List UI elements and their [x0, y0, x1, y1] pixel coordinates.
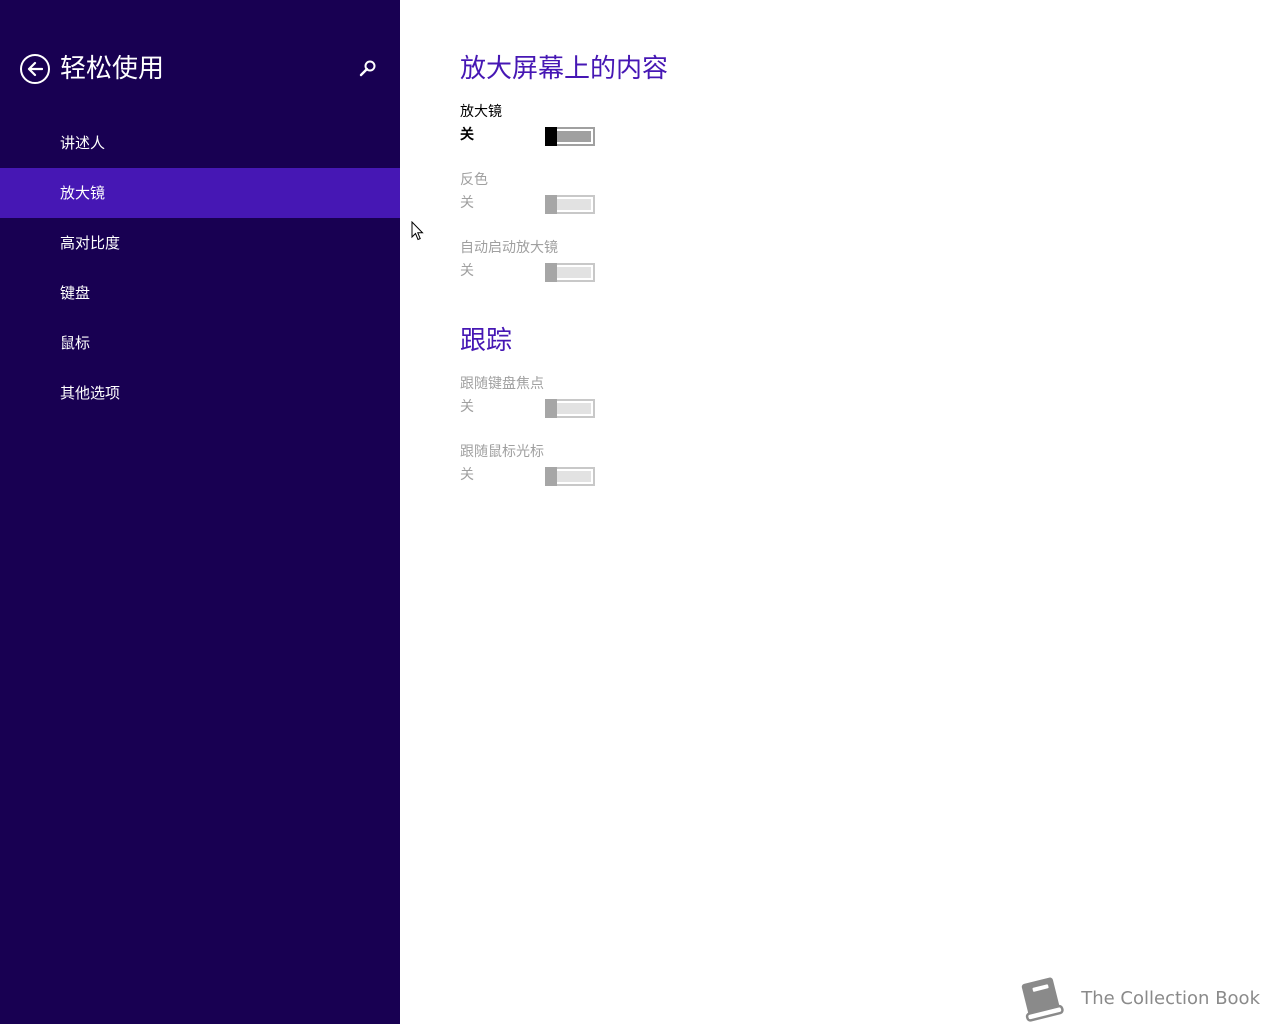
search-icon — [359, 60, 376, 77]
setting-label: 反色 — [460, 172, 488, 188]
follow-keyboard-toggle[interactable] — [545, 399, 595, 418]
sidebar-item-magnifier[interactable]: 放大镜 — [0, 168, 400, 218]
toggle-thumb — [545, 263, 557, 282]
setting-auto-start: 自动启动放大镜 关 — [460, 238, 760, 288]
zoom-section-title: 放大屏幕上的内容 — [460, 54, 669, 84]
setting-state: 关 — [460, 127, 474, 143]
tracking-section-title: 跟踪 — [460, 326, 513, 356]
setting-state: 关 — [460, 467, 474, 483]
sidebar-item-label: 高对比度 — [60, 234, 121, 252]
sidebar-item-narrator[interactable]: 讲述人 — [0, 118, 400, 168]
sidebar-item-label: 讲述人 — [60, 134, 106, 152]
toggle-thumb — [545, 467, 557, 486]
sidebar-item-label: 其他选项 — [60, 384, 121, 402]
setting-label: 跟随键盘焦点 — [460, 376, 544, 392]
watermark-text: The Collection Book — [1081, 987, 1260, 1009]
back-button[interactable] — [20, 54, 50, 84]
sidebar-header: 轻松使用 — [20, 52, 380, 88]
setting-magnifier: 放大镜 关 — [460, 102, 760, 152]
main-content: 放大屏幕上的内容 放大镜 关 反色 关 自动启动放大镜 关 跟踪 跟随键盘焦点 … — [460, 0, 1240, 1024]
setting-label: 自动启动放大镜 — [460, 240, 558, 256]
setting-state: 关 — [460, 399, 474, 415]
magnifier-toggle[interactable] — [545, 127, 595, 146]
toggle-thumb — [545, 127, 557, 146]
sidebar-nav: 讲述人 放大镜 高对比度 键盘 鼠标 其他选项 — [0, 118, 400, 418]
setting-label: 跟随鼠标光标 — [460, 444, 544, 460]
mouse-cursor-icon — [411, 221, 424, 241]
sidebar: 轻松使用 讲述人 放大镜 高对比度 键盘 鼠标 其他选项 — [0, 0, 400, 1024]
sidebar-item-other-options[interactable]: 其他选项 — [0, 368, 400, 418]
setting-label: 放大镜 — [460, 104, 502, 120]
watermark: The Collection Book — [1015, 974, 1260, 1022]
auto-start-toggle[interactable] — [545, 263, 595, 282]
setting-state: 关 — [460, 263, 474, 279]
setting-follow-keyboard: 跟随键盘焦点 关 — [460, 374, 760, 424]
back-arrow-icon — [27, 61, 43, 77]
book-icon — [1022, 977, 1064, 1022]
sidebar-item-high-contrast[interactable]: 高对比度 — [0, 218, 400, 268]
sidebar-item-keyboard[interactable]: 键盘 — [0, 268, 400, 318]
setting-state: 关 — [460, 195, 474, 211]
sidebar-item-label: 鼠标 — [60, 334, 91, 352]
invert-colors-toggle[interactable] — [545, 195, 595, 214]
page-title: 轻松使用 — [60, 54, 165, 84]
follow-mouse-toggle[interactable] — [545, 467, 595, 486]
toggle-thumb — [545, 399, 557, 418]
toggle-thumb — [545, 195, 557, 214]
search-button[interactable] — [358, 58, 380, 80]
setting-follow-mouse: 跟随鼠标光标 关 — [460, 442, 760, 492]
setting-invert-colors: 反色 关 — [460, 170, 760, 220]
sidebar-item-label: 放大镜 — [60, 184, 106, 202]
sidebar-item-label: 键盘 — [60, 284, 91, 302]
sidebar-item-mouse[interactable]: 鼠标 — [0, 318, 400, 368]
